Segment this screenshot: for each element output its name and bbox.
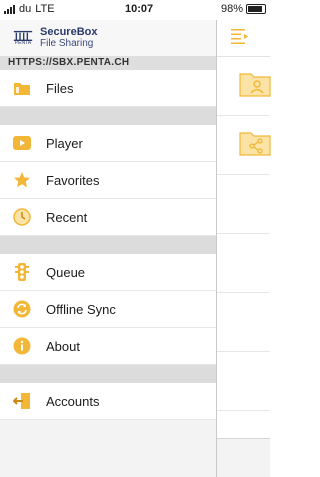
list-view-icon[interactable] [230,27,250,50]
navigation-drawer: PENTA SecureBox File Sharing HTTPS://SBX… [0,20,217,477]
battery-percent: 98% [220,3,243,15]
signal-icon [4,4,15,14]
logo-word: PENTA [14,40,32,46]
brand-tagline: File Sharing [40,38,94,49]
folder-icon [12,78,32,98]
menu-item-recent[interactable]: Recent [0,199,216,236]
user-folder-icon [239,71,271,102]
menu-label-recent: Recent [46,209,88,225]
list-item[interactable] [217,57,271,116]
info-icon [12,336,32,356]
list-item [217,234,270,293]
status-time: 10:07 [125,3,154,15]
bottom-toolbar [217,438,270,477]
star-icon [12,170,32,190]
carrier-label: du [19,3,32,15]
list-item [217,293,270,352]
menu-label-about: About [46,338,80,354]
section-divider [0,365,216,383]
menu-item-offline-sync[interactable]: Offline Sync [0,291,216,328]
menu-item-queue[interactable]: Queue [0,254,216,291]
list-item [217,175,270,234]
status-bar: du LTE 10:07 98% [0,0,270,20]
server-url: HTTPS://SBX.PENTA.CH [0,56,216,70]
shared-folder-icon [239,130,271,161]
traffic-light-icon [12,262,32,282]
brand-name: SecureBox [40,26,98,38]
menu-item-files[interactable]: Files [0,70,216,107]
section-divider [0,107,216,125]
clock-icon [12,207,32,227]
list-item [217,352,270,411]
exit-icon [12,391,32,411]
network-label: LTE [35,3,55,15]
menu-label-files: Files [46,80,74,96]
menu-item-favorites[interactable]: Favorites [0,162,216,199]
file-browser-panel [217,20,271,477]
brand-header: PENTA SecureBox File Sharing [0,20,216,56]
play-icon [12,133,32,153]
menu-item-accounts[interactable]: Accounts [0,383,216,420]
battery-icon [246,4,266,14]
sync-icon [12,299,32,319]
penta-logo: PENTA [12,30,34,46]
menu-item-player[interactable]: Player [0,125,216,162]
list-item[interactable] [217,116,271,175]
file-browser-header [217,20,270,57]
menu-item-about[interactable]: About [0,328,216,365]
menu-label-player: Player [46,135,83,151]
menu-label-favorites: Favorites [46,172,100,188]
section-divider [0,236,216,254]
menu-label-offline-sync: Offline Sync [46,301,116,317]
menu-label-queue: Queue [46,264,86,280]
menu-label-accounts: Accounts [46,393,100,409]
